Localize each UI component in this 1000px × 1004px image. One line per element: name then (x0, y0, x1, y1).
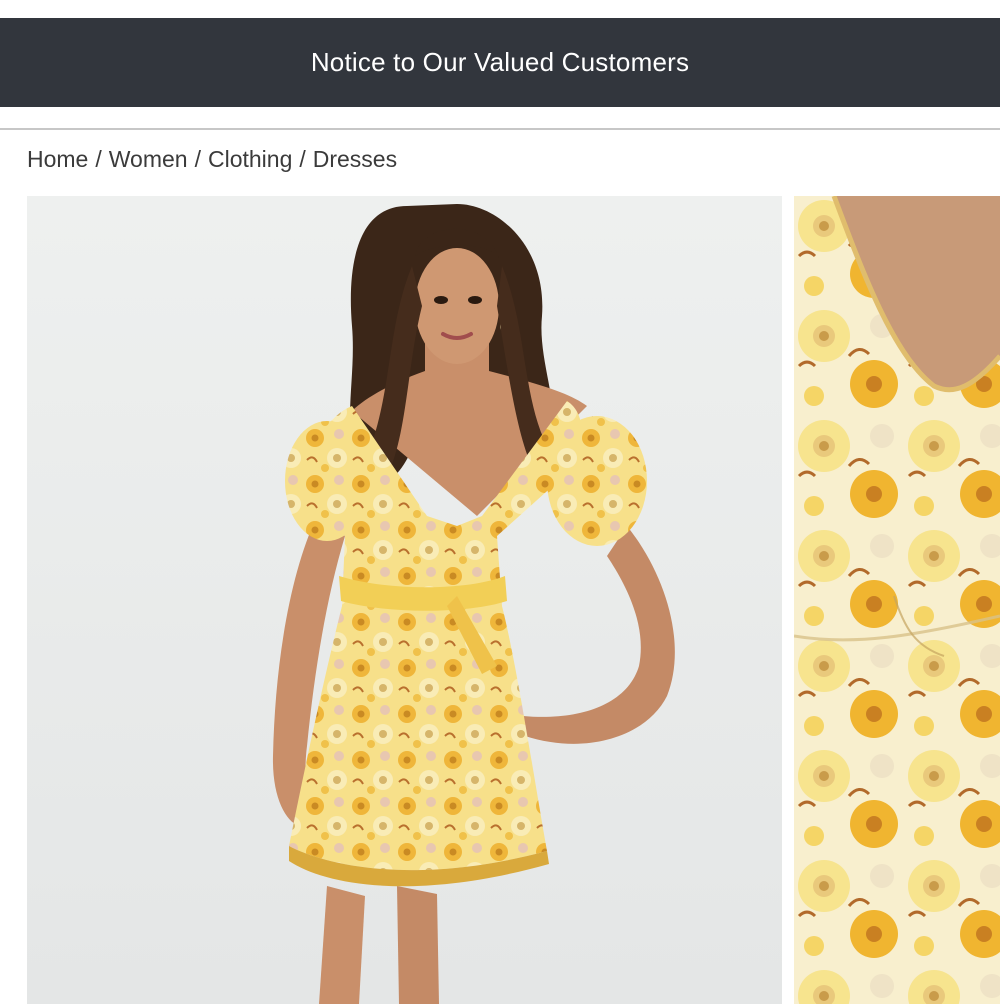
breadcrumb-separator: / (95, 146, 102, 172)
fabric-closeup-illustration (794, 196, 1000, 1004)
customer-notice-banner[interactable]: Notice to Our Valued Customers (0, 18, 1000, 107)
product-image-main[interactable] (27, 196, 782, 1004)
breadcrumb-women[interactable]: Women (109, 146, 188, 173)
breadcrumb-separator: / (194, 146, 201, 172)
breadcrumb-clothing[interactable]: Clothing (208, 146, 292, 173)
breadcrumb-separator: / (299, 146, 306, 172)
breadcrumb: Home / Women / Clothing / Dresses (27, 146, 397, 173)
customer-notice-label: Notice to Our Valued Customers (310, 47, 690, 77)
header-divider (0, 128, 1000, 130)
breadcrumb-dresses[interactable]: Dresses (313, 146, 397, 173)
model-dress-illustration (27, 196, 782, 1004)
product-image-detail[interactable] (794, 196, 1000, 1004)
breadcrumb-home[interactable]: Home (27, 146, 88, 173)
product-page: Notice to Our Valued Customers Home / Wo… (0, 0, 1000, 1004)
product-gallery (27, 196, 1000, 1004)
